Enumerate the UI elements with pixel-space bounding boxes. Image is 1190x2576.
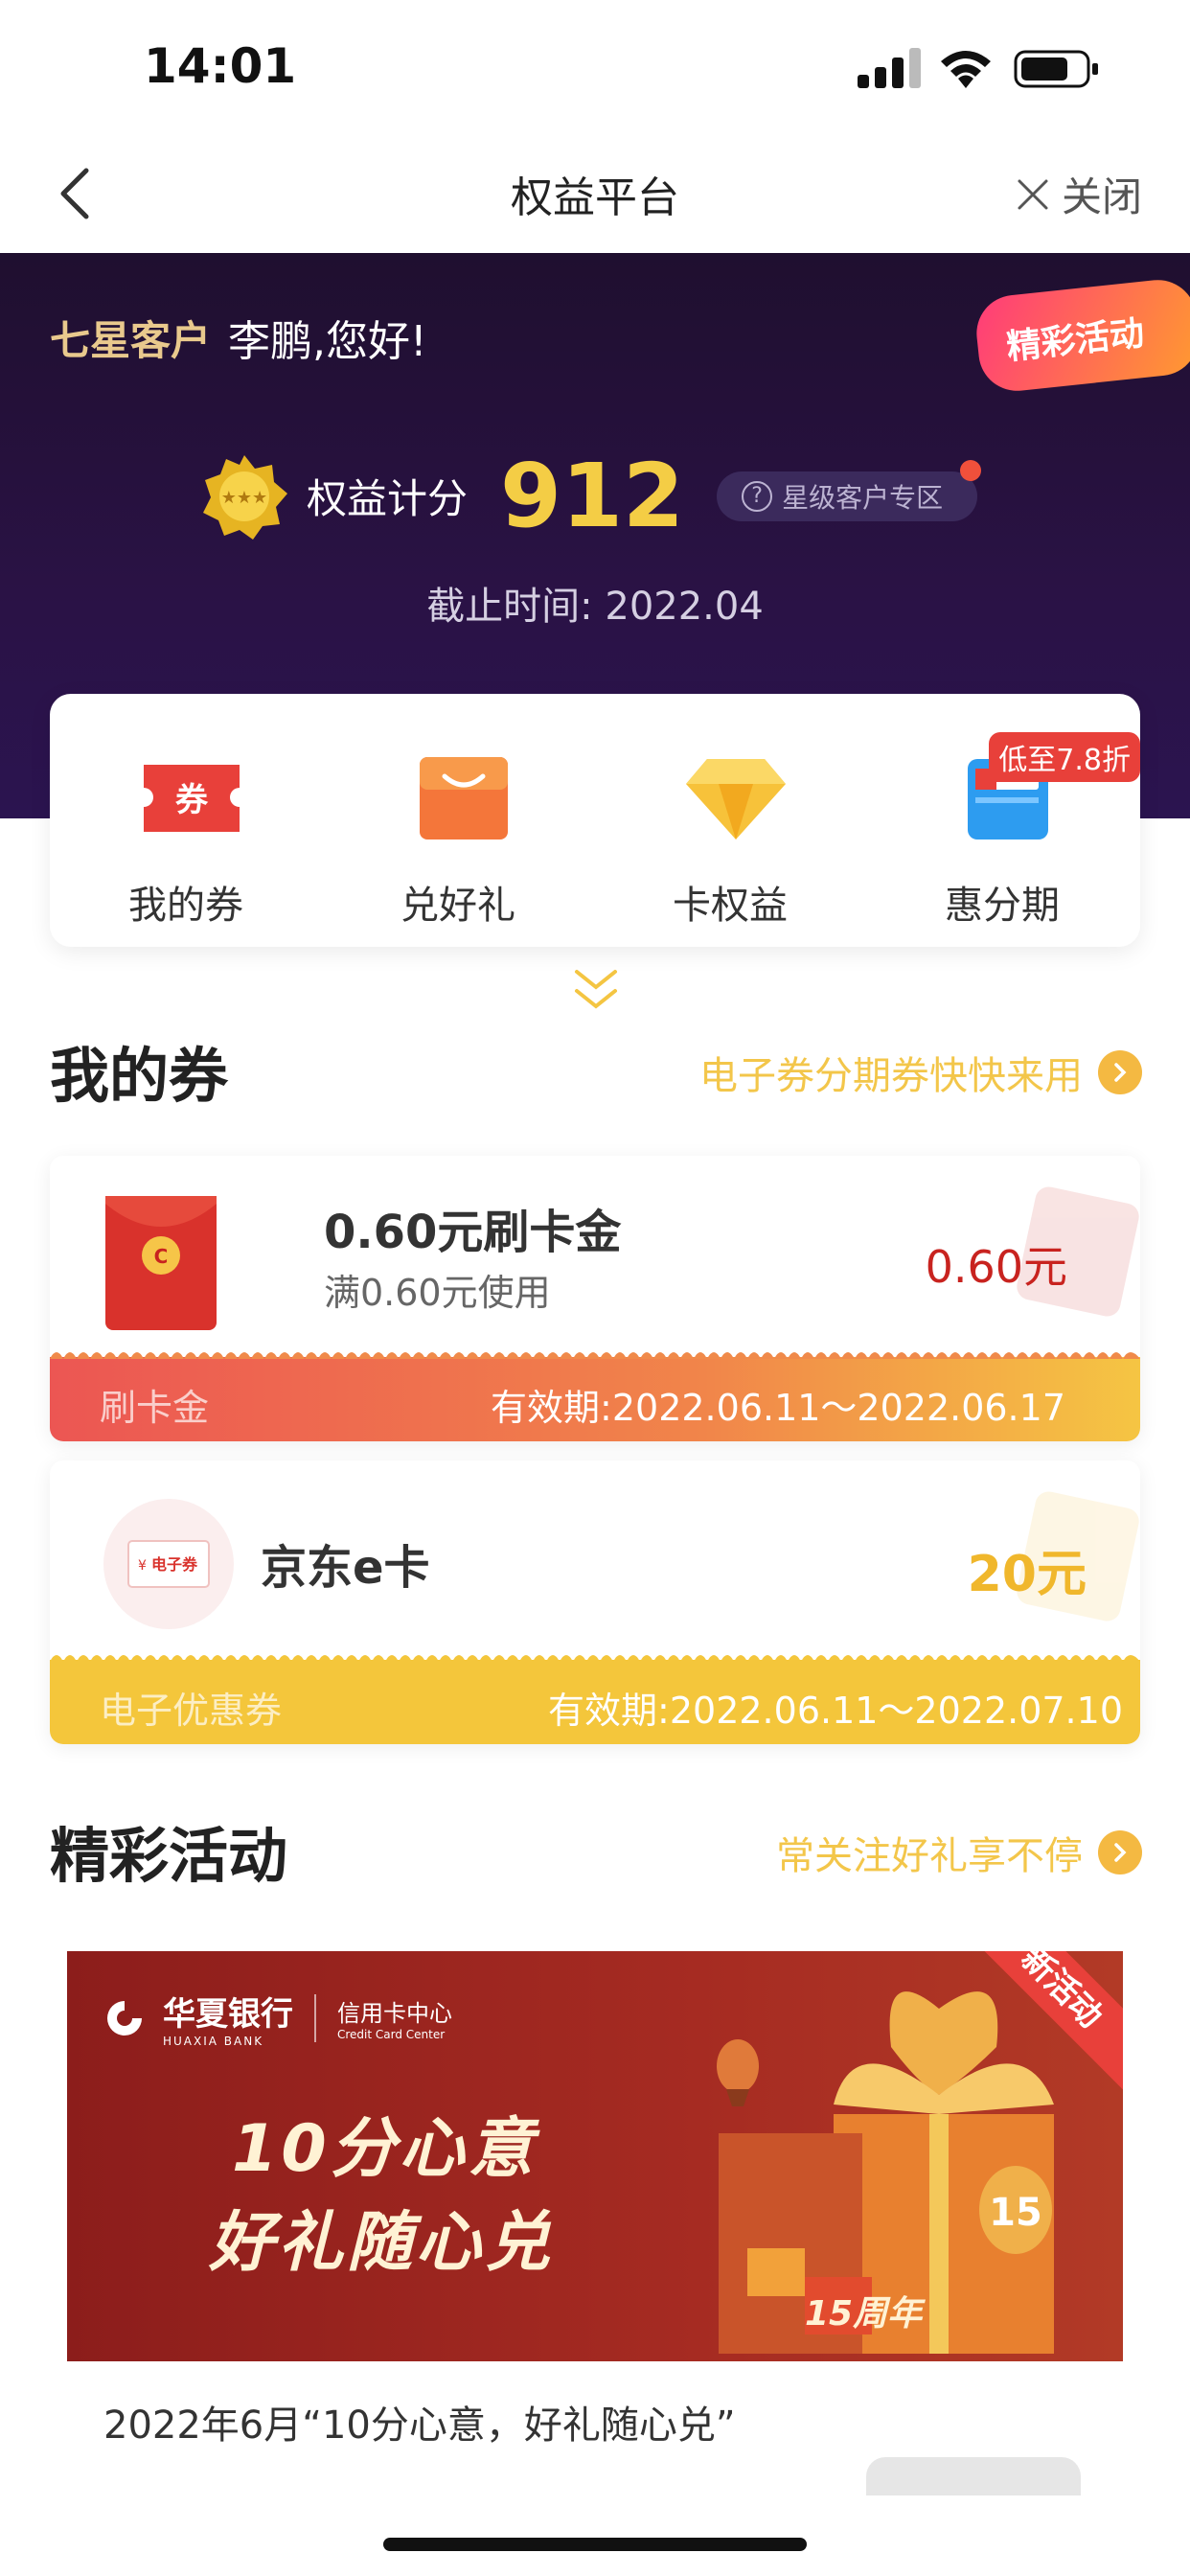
score-value: 912: [500, 445, 685, 547]
quick-item-label: 我的券: [128, 884, 243, 928]
svg-text:★★★: ★★★: [221, 488, 267, 508]
quick-item-gifts[interactable]: 兑好礼: [322, 694, 594, 947]
coupon-validity: 有效期:2022.06.11～2022.07.10: [548, 1690, 1123, 1732]
star-zone-label: 星级客户专区: [782, 481, 944, 514]
bank-name-en: HUAXIA BANK: [163, 2035, 264, 2048]
anniversary-text: 15周年: [805, 2294, 926, 2334]
star-medal-icon: ★★★: [203, 454, 287, 540]
member-level: 七星客户: [50, 316, 212, 364]
credit-center-name-en: Credit Card Center: [337, 2028, 446, 2041]
clock: 14:01: [144, 38, 297, 94]
close-label: 关闭: [1061, 173, 1142, 220]
quick-menu: 券 我的券 兑好礼 卡权益 惠分期 低至7.8折: [50, 694, 1140, 947]
activity-promo-badge[interactable]: 精彩活动: [973, 276, 1190, 395]
notification-dot: [960, 459, 982, 481]
activity-caption-text: 2022年6月“10分心意，好礼随心兑”: [103, 2404, 736, 2448]
red-packet-icon: C: [105, 1196, 217, 1330]
deadline-text: 截止时间: 2022.04: [426, 585, 764, 629]
svg-text:券: 券: [175, 781, 209, 819]
quick-item-card-benefits[interactable]: 卡权益: [594, 694, 866, 947]
page-title: 权益平台: [511, 173, 679, 222]
activities-promo-link[interactable]: 常关注好礼享不停: [776, 1825, 1142, 1880]
quick-item-label: 卡权益: [673, 884, 788, 928]
coupon-card[interactable]: ¥ 电子券 京东e卡 20元 电子优惠券 有效期:2022.06.11～2022…: [50, 1460, 1140, 1744]
score-row: ★★★ 权益计分 912 ? 星级客户专区: [201, 445, 982, 547]
coupon-name: 0.60元刷卡金: [324, 1206, 622, 1259]
star-zone-button[interactable]: ? 星级客户专区: [717, 459, 982, 521]
coupon-type: 刷卡金: [100, 1387, 210, 1429]
chevron-right-icon: [1098, 1830, 1142, 1874]
section-title-activities: 精彩活动: [50, 1821, 288, 1891]
close-icon: [1018, 179, 1048, 209]
quick-item-my-coupons[interactable]: 券 我的券: [50, 694, 322, 947]
coupon-card[interactable]: C 0.60元刷卡金 满0.60元使用 0.60元 刷卡金 有效期:2022.0…: [50, 1156, 1140, 1441]
coupons-promo-link[interactable]: 电子券分期券快快来用: [699, 1045, 1142, 1100]
coupon-condition: 满0.60元使用: [324, 1272, 551, 1314]
coupon-type: 电子优惠券: [100, 1690, 283, 1732]
huaxia-bank-logo-icon: [107, 2000, 142, 2036]
banner-headline: 10分心意: [232, 2111, 538, 2187]
wifi-icon: [941, 51, 991, 88]
score-label: 权益计分: [307, 475, 469, 522]
coupon-strip: 电子优惠券 有效期:2022.06.11～2022.07.10: [50, 1655, 1140, 1744]
quick-item-label: 惠分期: [945, 884, 1060, 928]
svg-text:¥: ¥: [138, 1558, 147, 1574]
coupon-watermark-icon: [1017, 1491, 1139, 1622]
bank-name: 华夏银行: [163, 1995, 293, 2034]
diamond-icon: [686, 759, 786, 840]
quick-item-installment[interactable]: 惠分期 低至7.8折: [866, 694, 1140, 947]
greeting-text: 李鹏,您好!: [228, 317, 427, 366]
section-title-my-coupons: 我的券: [50, 1041, 229, 1111]
close-button[interactable]: 关闭: [1014, 165, 1142, 223]
svg-text:15: 15: [989, 2191, 1042, 2235]
coupon-ticket-icon: 券: [144, 765, 240, 832]
chevron-right-icon: [1098, 1050, 1142, 1094]
banner-subheadline: 好礼随心兑: [209, 2205, 555, 2281]
coupon-name: 京东e卡: [261, 1541, 430, 1595]
activity-banner[interactable]: 华夏银行 HUAXIA BANK 信用卡中心 Credit Card Cente…: [67, 1951, 1123, 2361]
e-coupon-icon-text: 电子券: [151, 1555, 198, 1574]
coupon-strip: 刷卡金 有效期:2022.06.11～2022.06.17: [50, 1352, 1140, 1441]
cellular-signal-icon: [858, 48, 921, 88]
bank-logo: 华夏银行 HUAXIA BANK 信用卡中心 Credit Card Cente…: [100, 1988, 452, 2048]
floating-pill-button[interactable]: [866, 2457, 1081, 2496]
activities-promo-text: 常关注好礼享不停: [776, 1834, 1083, 1878]
status-bar: 14:01: [0, 0, 1190, 134]
discount-badge: 低至7.8折: [989, 732, 1140, 782]
home-indicator[interactable]: [383, 2538, 807, 2551]
e-coupon-icon: ¥ 电子券: [103, 1499, 234, 1629]
coupons-promo-text: 电子券分期券快快来用: [699, 1054, 1083, 1098]
gift-box-illustration: 15 15周年: [717, 1991, 1054, 2354]
expand-chevron-icon[interactable]: [567, 964, 625, 1018]
credit-center-name: 信用卡中心: [337, 2000, 452, 2027]
quick-item-label: 兑好礼: [400, 884, 515, 928]
nav-bar: 权益平台 关闭: [0, 134, 1190, 253]
battery-icon: [1014, 50, 1098, 88]
coupon-validity: 有效期:2022.06.11～2022.06.17: [491, 1387, 1065, 1429]
gift-bag-icon: [420, 757, 508, 840]
svg-text:C: C: [154, 1245, 169, 1268]
coupon-watermark-icon: [1017, 1186, 1139, 1317]
question-icon: ?: [742, 480, 773, 512]
greeting: 七星客户 李鹏,您好!: [50, 307, 427, 368]
